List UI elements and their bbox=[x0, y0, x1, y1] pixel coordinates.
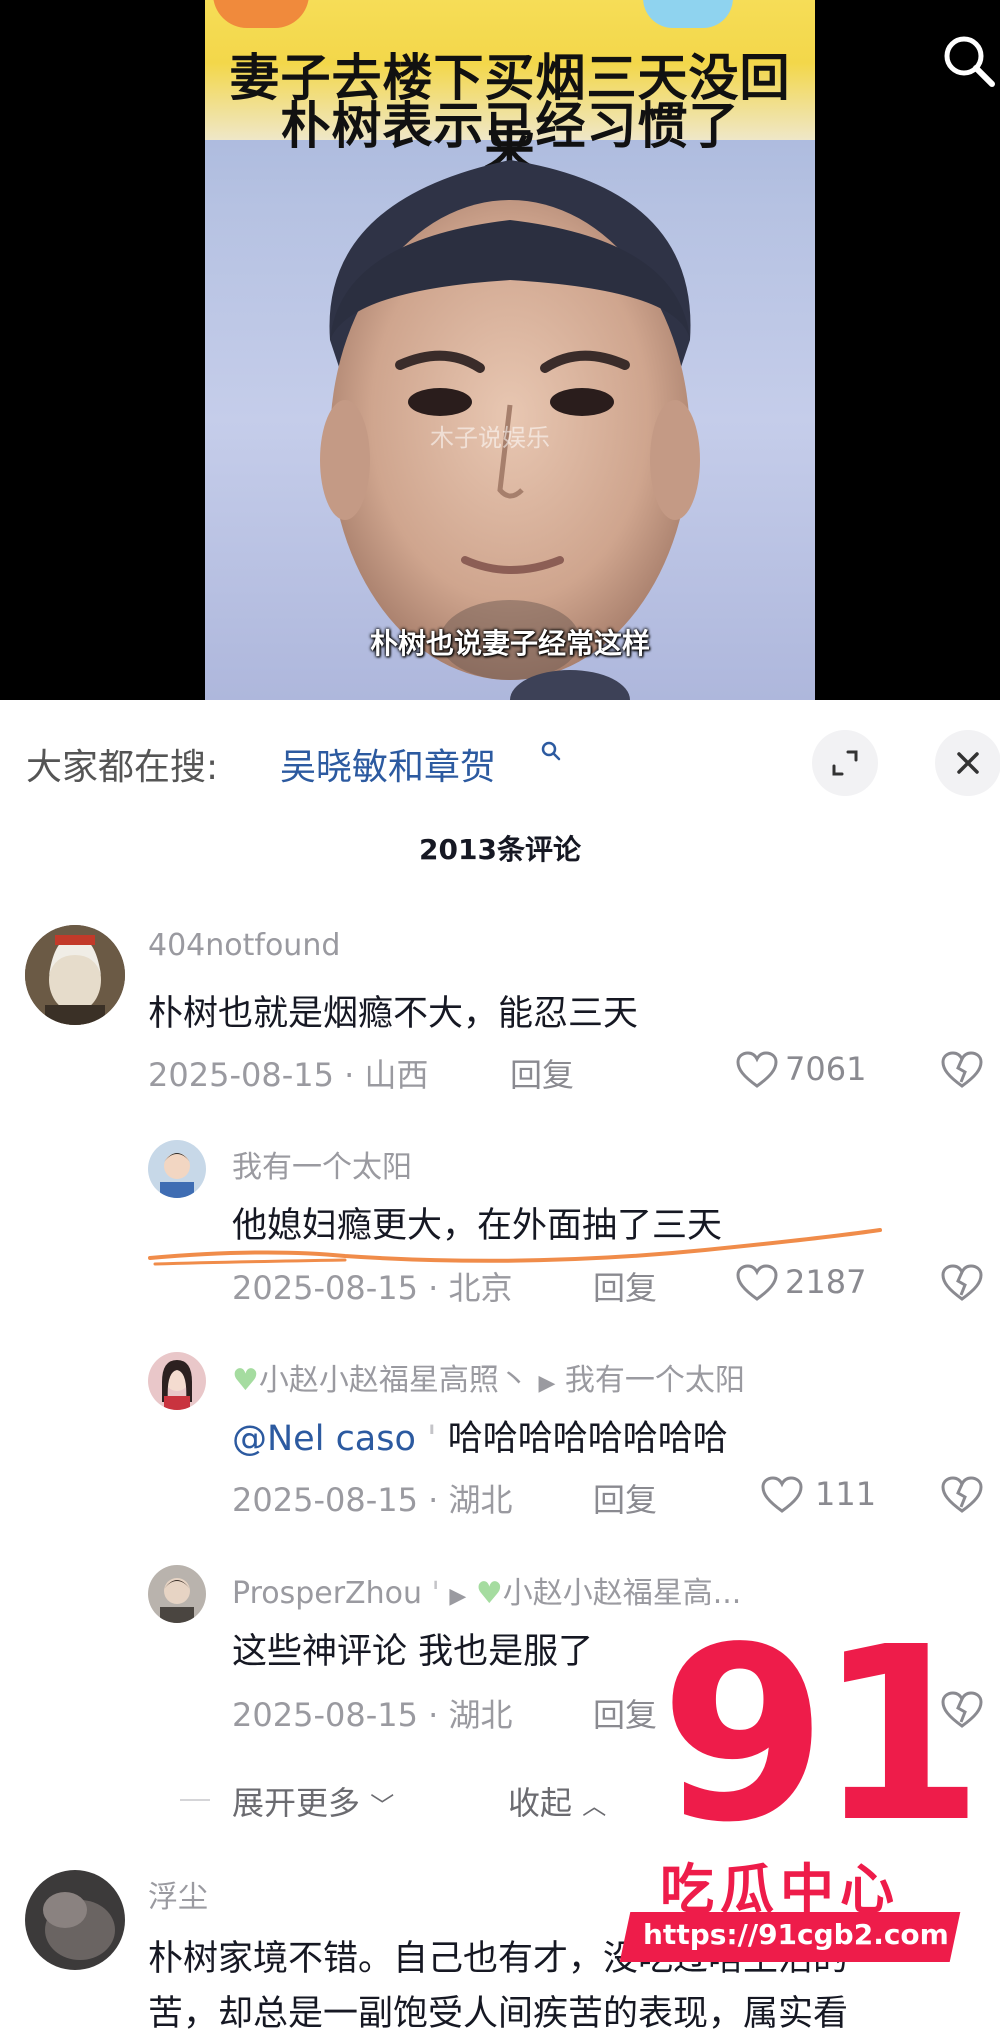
search-icon[interactable] bbox=[938, 30, 998, 90]
suggestion-prefix: 大家都在搜: bbox=[26, 747, 219, 788]
reply-button[interactable]: 回复 bbox=[593, 1263, 657, 1309]
chevron-up-icon: ︿ bbox=[582, 1792, 607, 1820]
collapse-label: 收起 bbox=[508, 1784, 573, 1822]
reply-arrow-icon: ▶ bbox=[449, 1584, 467, 1609]
reply-button[interactable]: 回复 bbox=[510, 1050, 574, 1096]
expand-more-label: 展开更多 bbox=[232, 1784, 361, 1822]
expand-button[interactable] bbox=[812, 730, 878, 796]
collapse-button[interactable]: 收起 ︿ bbox=[508, 1778, 606, 1824]
reply-text-line: @Nel caso ' 哈哈哈哈哈哈哈哈 bbox=[232, 1419, 728, 1459]
green-heart-icon: ♥ bbox=[232, 1363, 259, 1398]
mention-link[interactable]: @Nel caso bbox=[232, 1419, 416, 1459]
video-frame[interactable]: 妻子去楼下买烟三天没回来 朴树表示已经习惯了 木子说娱乐 朴树也说妻子经常这样 bbox=[205, 0, 815, 700]
thread-divider bbox=[180, 1799, 210, 1801]
avatar[interactable] bbox=[25, 925, 125, 1025]
avatar-image bbox=[148, 1352, 206, 1410]
suggested-search-link[interactable]: 吴晓敏和章贺 bbox=[280, 738, 496, 790]
reply-username[interactable]: ProsperZhou bbox=[232, 1576, 422, 1611]
comment-username[interactable]: 浮尘 bbox=[148, 1872, 208, 1916]
video-watermark: 木子说娱乐 bbox=[430, 424, 550, 452]
avatar-image bbox=[148, 1565, 206, 1623]
avatar[interactable] bbox=[148, 1565, 206, 1623]
search-suggestion-bar: 大家都在搜: 吴晓敏和章贺 bbox=[0, 700, 1000, 830]
green-heart-icon: ♥ bbox=[475, 1576, 503, 1611]
reply-meta: 2025-08-15 · 湖北 bbox=[232, 1696, 513, 1734]
close-comments-button[interactable] bbox=[935, 730, 1000, 796]
reply-meta: 2025-08-15 · 北京 bbox=[232, 1269, 513, 1307]
reply-to-username[interactable]: 我有一个太阳 bbox=[565, 1363, 745, 1398]
reply-username[interactable]: 小赵小赵福星高照丶 bbox=[259, 1363, 529, 1398]
video-subtitle: 朴树也说妻子经常这样 bbox=[369, 627, 650, 660]
close-icon bbox=[957, 752, 979, 774]
reply-arrow-icon: ▶ bbox=[538, 1371, 556, 1396]
avatar-image bbox=[25, 925, 125, 1025]
reply-text: 这些神评论 我也是服了 bbox=[232, 1632, 594, 1672]
sticker-right bbox=[643, 0, 733, 28]
avatar[interactable] bbox=[148, 1352, 206, 1410]
comment-count-title: 2013条评论 bbox=[419, 833, 581, 866]
site-logo-watermark: 91 吃瓜中心 https://91cgb2.com bbox=[619, 1615, 984, 2005]
avatar-image bbox=[148, 1140, 206, 1198]
sticker-left bbox=[213, 0, 309, 28]
expand-more-button[interactable]: 展开更多 ﹀ bbox=[232, 1778, 394, 1824]
comment-text: 朴树也就是烟瘾不大，能忍三天 bbox=[148, 994, 639, 1034]
search-icon[interactable] bbox=[540, 740, 562, 768]
like-count: 7061 bbox=[785, 1050, 867, 1088]
dislike-icon[interactable] bbox=[940, 1263, 984, 1303]
comment-meta: 2025-08-15 · 山西 bbox=[148, 1056, 429, 1094]
reply-text: 哈哈哈哈哈哈哈哈 bbox=[447, 1419, 728, 1459]
reply-meta: 2025-08-15 · 湖北 bbox=[232, 1481, 513, 1519]
avatar-image bbox=[25, 1870, 125, 1970]
dislike-icon[interactable] bbox=[940, 1475, 984, 1515]
avatar[interactable] bbox=[148, 1140, 206, 1198]
like-count: 111 bbox=[815, 1475, 877, 1513]
chevron-down-icon: ﹀ bbox=[370, 1792, 395, 1820]
logo-url: https://91cgb2.com bbox=[643, 1918, 949, 1951]
logo-number: 91 bbox=[660, 1595, 984, 1875]
dislike-icon[interactable] bbox=[940, 1050, 984, 1090]
avatar[interactable] bbox=[25, 1870, 125, 1970]
like-icon[interactable] bbox=[735, 1263, 779, 1303]
reply-username[interactable]: 我有一个太阳 bbox=[232, 1142, 412, 1186]
video-player[interactable]: 妻子去楼下买烟三天没回来 朴树表示已经习惯了 木子说娱乐 朴树也说妻子经常这样 bbox=[0, 0, 1000, 700]
like-icon[interactable] bbox=[735, 1050, 779, 1090]
comment-username[interactable]: 404notfound bbox=[148, 928, 340, 963]
like-icon[interactable] bbox=[760, 1475, 804, 1515]
reply-button[interactable]: 回复 bbox=[593, 1475, 657, 1521]
reply-username-line: ♥小赵小赵福星高照丶 ▶ 我有一个太阳 bbox=[232, 1355, 745, 1399]
like-count: 2187 bbox=[785, 1263, 867, 1301]
video-title-banner: 妻子去楼下买烟三天没回来 朴树表示已经习惯了 bbox=[205, 0, 815, 179]
expand-icon bbox=[832, 750, 858, 776]
